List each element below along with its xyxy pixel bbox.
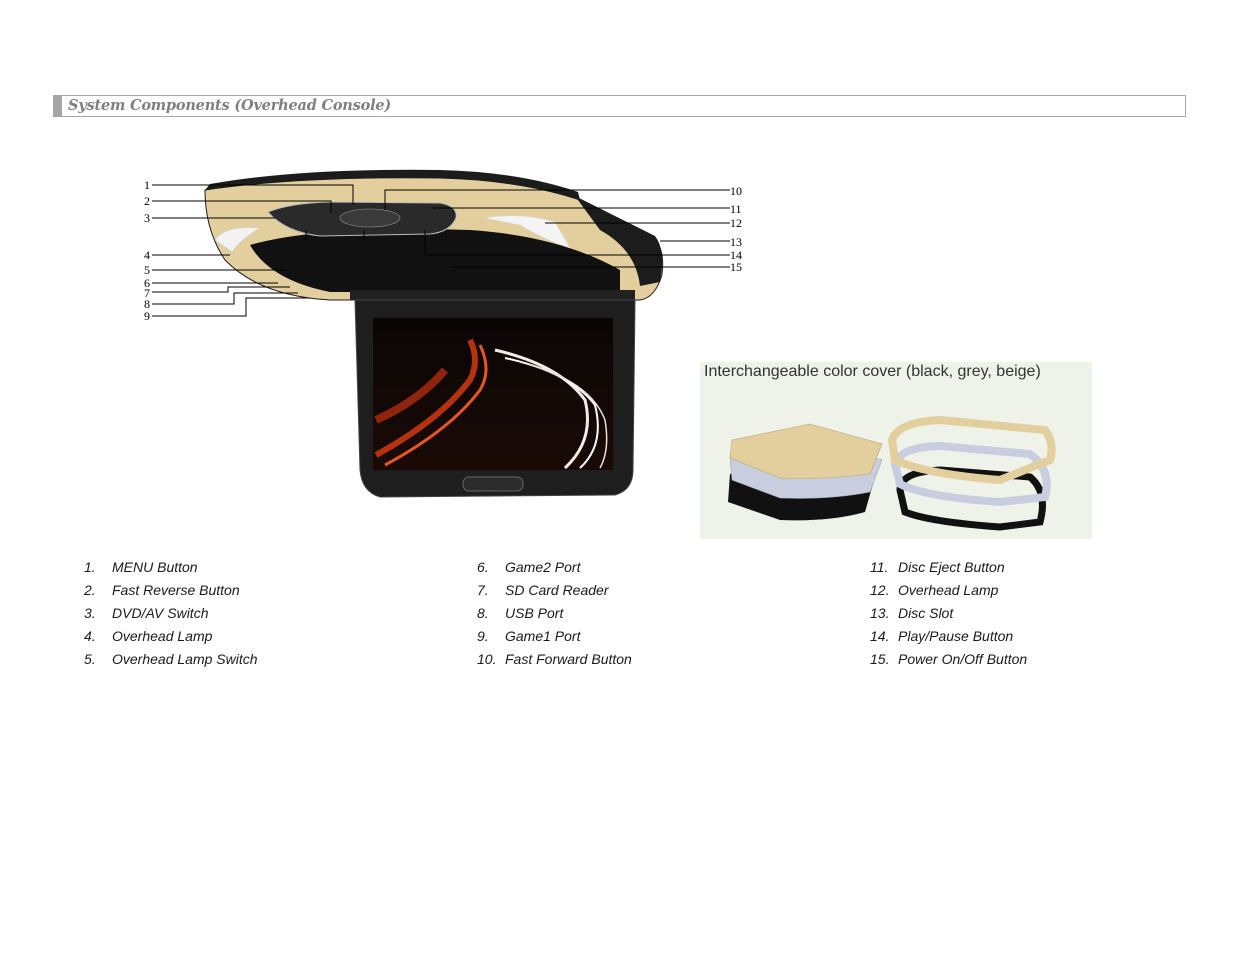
item-label: SD Card Reader (505, 582, 609, 598)
item-number: 1. (84, 559, 96, 575)
color-cover-image: Interchangeable color cover (black, grey… (700, 362, 1092, 539)
item-label: Play/Pause Button (898, 628, 1014, 644)
list-item: 6. Game2 Port (477, 558, 632, 581)
callout-13: 13 (730, 235, 742, 249)
item-number: 6. (477, 559, 489, 575)
list-item: 13. Disc Slot (870, 604, 1027, 627)
item-number: 4. (84, 628, 96, 644)
item-label: Power On/Off Button (898, 651, 1028, 667)
item-label: Disc Eject Button (898, 559, 1005, 575)
item-label: Overhead Lamp (112, 628, 213, 644)
item-number: 10. (477, 651, 497, 667)
item-label: DVD/AV Switch (112, 605, 209, 621)
item-label: Fast Reverse Button (112, 582, 240, 598)
item-label: Game1 Port (505, 628, 581, 644)
monitor-release-latch (462, 476, 524, 492)
item-label: Game2 Port (505, 559, 581, 575)
component-list-col-3: 11. Disc Eject Button 12. Overhead Lamp 13… (870, 558, 1027, 673)
callout-2: 2 (144, 194, 150, 208)
list-item: 3. DVD/AV Switch (84, 604, 258, 627)
callout-12: 12 (730, 216, 742, 230)
item-label: MENU Button (112, 559, 198, 575)
item-number: 3. (84, 605, 96, 621)
item-number: 9. (477, 628, 489, 644)
list-item: 7. SD Card Reader (477, 581, 632, 604)
callout-10: 10 (730, 184, 742, 198)
callout-4: 4 (144, 248, 150, 262)
list-item: 14. Play/Pause Button (870, 627, 1027, 650)
item-number: 7. (477, 582, 489, 598)
item-number: 13. (870, 605, 890, 621)
list-item: 2. Fast Reverse Button (84, 581, 258, 604)
item-number: 5. (84, 651, 96, 667)
item-label: Overhead Lamp (898, 582, 999, 598)
item-number: 8. (477, 605, 489, 621)
list-item: 12. Overhead Lamp (870, 581, 1027, 604)
list-item: 15. Power On/Off Button (870, 650, 1027, 673)
item-number: 15. (870, 651, 890, 667)
component-list-col-2: 6. Game2 Port 7. SD Card Reader 8. USB Port… (477, 558, 632, 673)
callout-5: 5 (144, 263, 150, 277)
item-label: Fast Forward Button (505, 651, 632, 667)
list-item: 5. Overhead Lamp Switch (84, 650, 258, 673)
callout-9: 9 (144, 309, 150, 323)
list-item: 8. USB Port (477, 604, 632, 627)
item-number: 2. (84, 582, 96, 598)
monitor-hinge (350, 290, 635, 300)
list-item: 10. Fast Forward Button (477, 650, 632, 673)
button-cluster (339, 208, 401, 228)
item-label: USB Port (505, 605, 564, 621)
component-list-col-1: 1. MENU Button 2. Fast Reverse Button 3. DV… (84, 558, 258, 673)
item-label: Disc Slot (898, 605, 954, 621)
callout-11: 11 (730, 202, 742, 216)
item-number: 12. (870, 582, 890, 598)
list-item: 4. Overhead Lamp (84, 627, 258, 650)
color-cover-illustration (728, 415, 1056, 531)
monitor-screen (373, 318, 613, 470)
callout-1: 1 (144, 178, 150, 192)
item-label: Overhead Lamp Switch (112, 651, 258, 667)
list-item: 9. Game1 Port (477, 627, 632, 650)
list-item: 11. Disc Eject Button (870, 558, 1027, 581)
item-number: 14. (870, 628, 890, 644)
list-item: 1. MENU Button (84, 558, 258, 581)
item-number: 11. (870, 559, 889, 575)
callout-15: 15 (730, 260, 742, 274)
callout-3: 3 (144, 211, 150, 225)
